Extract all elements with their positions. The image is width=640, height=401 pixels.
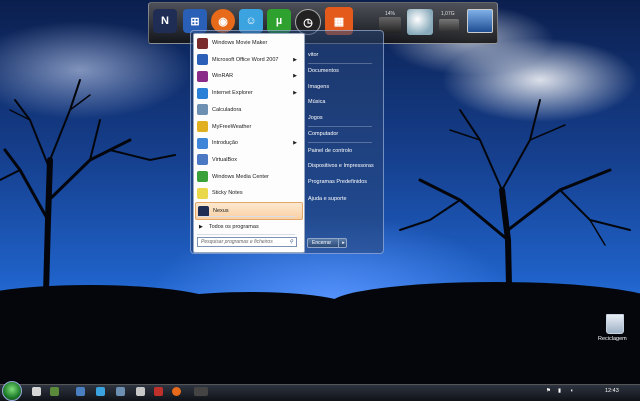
start-menu-link[interactable]: Jogos <box>308 115 323 121</box>
start-menu-link[interactable]: Imagens <box>308 84 329 90</box>
menu-item-label: WinRAR <box>212 73 234 80</box>
media-center-icon <box>197 171 208 183</box>
pinned-app-icon[interactable] <box>136 387 145 396</box>
menu-item-label: Internet Explorer <box>212 90 253 97</box>
nexus-icon[interactable]: N <box>153 9 177 33</box>
start-menu-link[interactable]: vitor <box>308 52 318 58</box>
recycle-bin-icon[interactable] <box>606 314 624 334</box>
menu-item[interactable]: Introdução ▶ <box>195 135 301 151</box>
divider <box>197 216 295 217</box>
shutdown-label: Encerrar <box>312 240 332 246</box>
menu-item[interactable]: Windows Media Center <box>195 169 301 185</box>
menu-item[interactable]: Nexus <box>195 202 303 220</box>
start-menu-link[interactable]: Ajuda e suporte <box>308 196 347 202</box>
pinned-app-icon[interactable] <box>194 387 208 396</box>
menu-item[interactable]: Internet Explorer ▶ <box>195 85 301 101</box>
all-programs-button[interactable]: ▶ Todos os programas <box>195 219 301 235</box>
winrar-icon <box>197 70 208 82</box>
menu-item-label: VirtualBox <box>212 156 237 163</box>
divider <box>308 63 372 64</box>
submenu-arrow-icon: ▶ <box>293 56 297 63</box>
divider <box>308 142 372 143</box>
menu-item[interactable]: VirtualBox <box>195 152 301 168</box>
storage-label: 1,07G <box>441 11 455 17</box>
arrow-right-icon: ▶ <box>199 224 203 230</box>
search-placeholder: Pesquisar programas e ficheiros <box>201 239 273 245</box>
tree-left <box>0 79 176 330</box>
menu-item[interactable]: Sticky Notes <box>195 185 301 201</box>
menu-item[interactable]: Windows Movie Maker <box>195 35 301 51</box>
pinned-app-icon[interactable] <box>96 387 105 396</box>
weather-icon <box>197 121 208 132</box>
tray-network-icon[interactable]: ▮ <box>558 388 561 394</box>
menu-item-label: MyFreeWeather <box>212 123 252 130</box>
pinned-app-icon[interactable] <box>76 387 85 396</box>
menu-item-label: Introdução <box>212 140 238 147</box>
start-button[interactable] <box>2 381 22 401</box>
menu-item[interactable]: Microsoft Office Word 2007 ▶ <box>195 52 301 68</box>
search-icon: ⚲ <box>289 239 293 245</box>
submenu-arrow-icon: ▶ <box>293 140 297 147</box>
start-menu-link[interactable]: Documentos <box>308 68 339 74</box>
firefox-taskbar-icon[interactable] <box>172 387 181 396</box>
menu-item-label: Nexus <box>213 208 229 214</box>
menu-item[interactable]: WinRAR ▶ <box>195 68 301 84</box>
menu-item-label: Sticky Notes <box>212 190 243 197</box>
monitor-icon[interactable] <box>467 9 493 33</box>
menu-item-label: Windows Movie Maker <box>212 40 268 46</box>
start-menu-link[interactable]: Dispositivos e Impressoras <box>308 163 374 169</box>
movie-maker-icon <box>197 37 208 49</box>
storage-meter-icon <box>439 19 459 31</box>
pinned-app-icon[interactable] <box>116 387 125 396</box>
menu-item-label: Calculadora <box>212 106 242 113</box>
sticky-notes-icon <box>197 187 208 199</box>
submenu-arrow-icon: ▶ <box>293 73 297 80</box>
menu-item[interactable]: Calculadora <box>195 102 301 118</box>
menu-item-label: Windows Media Center <box>212 173 269 180</box>
tree-right <box>399 99 631 330</box>
pinned-app-icon[interactable] <box>50 387 59 396</box>
menu-item-label: Microsoft Office Word 2007 <box>212 56 279 63</box>
all-programs-label: Todos os programas <box>208 224 259 230</box>
recycle-bin-label[interactable]: Reciclagem <box>598 336 627 342</box>
pinned-app-icon[interactable] <box>32 387 41 396</box>
menu-item[interactable]: MyFreeWeather <box>195 119 301 135</box>
submenu-arrow-icon: ▶ <box>293 90 297 97</box>
start-menu-link[interactable]: Computador <box>308 131 338 137</box>
weather-widget-icon <box>407 9 433 35</box>
search-input[interactable]: Pesquisar programas e ficheiros ⚲ <box>197 237 297 247</box>
internet-explorer-icon <box>197 87 208 99</box>
word-icon <box>197 54 208 66</box>
intro-icon <box>197 137 208 149</box>
pinned-app-icon[interactable] <box>154 387 163 396</box>
tray-volume-icon[interactable]: ◖ <box>570 388 573 394</box>
start-menu-link[interactable]: Programas Predefinidos <box>308 179 367 185</box>
shutdown-options-button[interactable]: ▸ <box>338 238 348 248</box>
virtualbox-icon <box>197 154 208 166</box>
start-menu-link[interactable]: Música <box>308 99 325 105</box>
divider <box>308 126 372 127</box>
divider <box>197 234 295 235</box>
nexus-icon <box>198 205 209 217</box>
tray-flag-icon[interactable]: ⚑ <box>546 388 551 394</box>
chevron-right-icon: ▸ <box>342 240 345 246</box>
calculator-icon <box>197 104 208 116</box>
tray-clock[interactable]: 12:43 <box>605 388 619 394</box>
start-menu-link[interactable]: Painel de controlo <box>308 148 352 154</box>
